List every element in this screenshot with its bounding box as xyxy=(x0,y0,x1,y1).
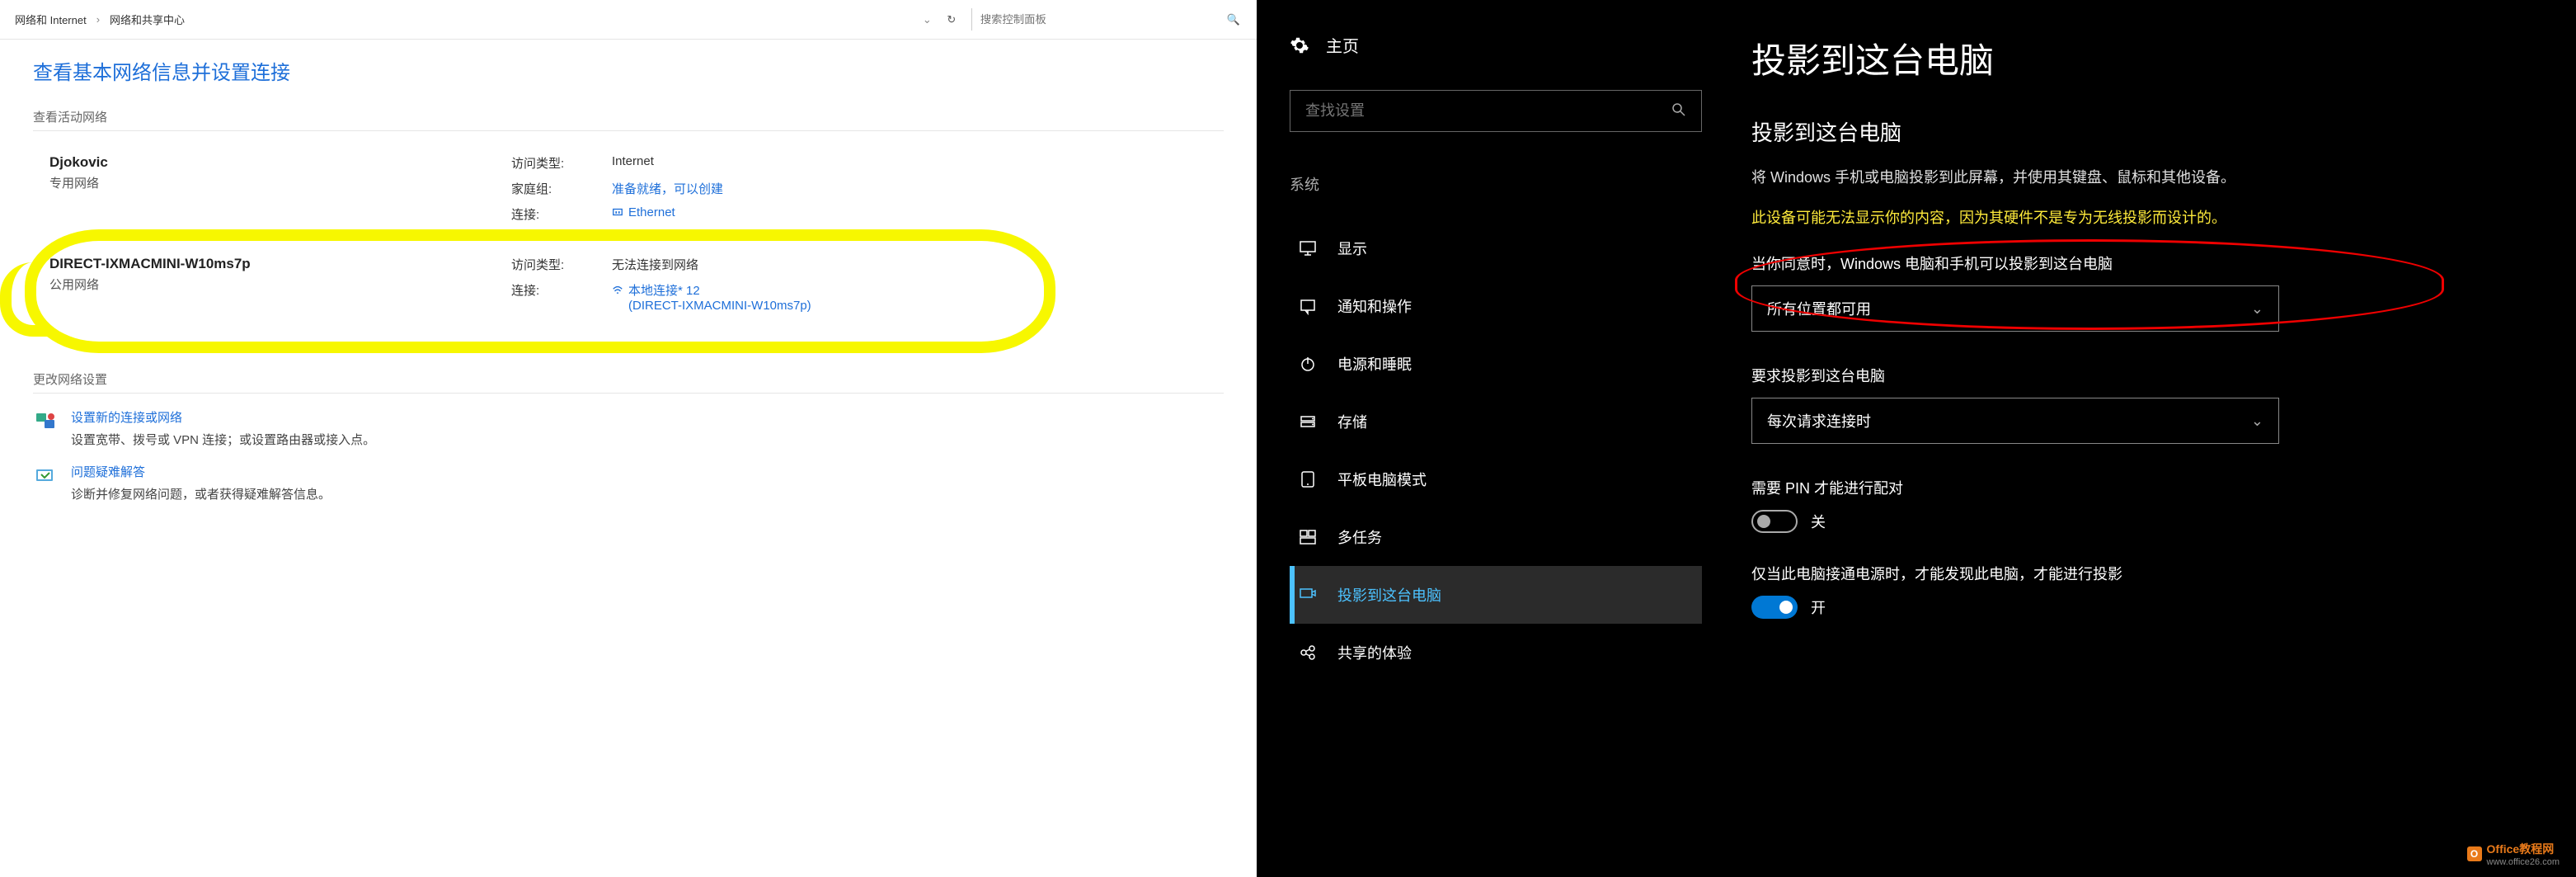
dropdown-value: 每次请求连接时 xyxy=(1767,410,1871,431)
dropdown-value: 所有位置都可用 xyxy=(1767,298,1871,319)
sidebar-item-label: 显示 xyxy=(1337,238,1367,259)
section-active-networks: 查看活动网络 xyxy=(33,108,1224,131)
network-type: 公用网络 xyxy=(49,276,511,293)
sidebar-item-label: 电源和睡眠 xyxy=(1337,353,1412,375)
section-change-settings: 更改网络设置 xyxy=(33,370,1224,394)
access-type-label: 访问类型: xyxy=(511,256,602,273)
access-type-label: 访问类型: xyxy=(511,154,602,172)
project-icon xyxy=(1298,585,1318,605)
breadcrumb-bar: 网络和 Internet › 网络和共享中心 ⌄ ↻ 🔍 xyxy=(0,0,1257,40)
chevron-right-icon: › xyxy=(93,13,103,26)
shared-icon xyxy=(1298,643,1318,662)
network-setup-icon xyxy=(33,408,59,435)
control-panel-window: 网络和 Internet › 网络和共享中心 ⌄ ↻ 🔍 查看基本网络信息并设置… xyxy=(0,0,1257,877)
task-description: 诊断并修复网络问题，或者获得疑难解答信息。 xyxy=(71,485,331,502)
task-troubleshoot[interactable]: 问题疑难解答 诊断并修复网络问题，或者获得疑难解答信息。 xyxy=(33,463,1224,502)
notifications-icon xyxy=(1298,296,1318,316)
sidebar-item-label: 通知和操作 xyxy=(1337,295,1412,317)
sidebar-item-display[interactable]: 显示 xyxy=(1290,219,1702,277)
homegroup-link[interactable]: 准备就绪，可以创建 xyxy=(612,180,723,197)
settings-window: 主页 系统 显示 通知和操作 电源和睡眠 xyxy=(1257,0,2576,877)
page-heading: 查看基本网络信息并设置连接 xyxy=(33,56,1224,85)
breadcrumb-item-page[interactable]: 网络和共享中心 xyxy=(103,8,191,31)
chevron-down-icon: ⌄ xyxy=(2251,300,2263,318)
search-icon xyxy=(1671,102,1686,120)
network-type: 专用网络 xyxy=(49,174,511,191)
sidebar-category: 系统 xyxy=(1290,173,1702,195)
settings-search[interactable] xyxy=(1290,90,1702,132)
connection-label: 连接: xyxy=(511,281,602,313)
toggle-state: 开 xyxy=(1811,596,1826,618)
sidebar-item-label: 存储 xyxy=(1337,411,1367,432)
watermark-url: www.office26.com xyxy=(2487,857,2560,867)
connection-value: Ethernet xyxy=(628,205,675,219)
logo-icon: O xyxy=(2467,846,2482,861)
warning-text: 此设备可能无法显示你的内容，因为其硬件不是专为无线投影而设计的。 xyxy=(1751,207,2494,229)
network-name: Djokovic xyxy=(49,154,511,171)
chevron-down-icon: ⌄ xyxy=(2251,413,2263,430)
connection-link[interactable]: 本地连接* 12 (DIRECT-IXMACMINI-W10ms7p) xyxy=(612,281,811,313)
sidebar-item-label: 投影到这台电脑 xyxy=(1337,584,1441,606)
storage-icon xyxy=(1298,412,1318,431)
sidebar-home[interactable]: 主页 xyxy=(1290,33,1702,57)
task-title: 问题疑难解答 xyxy=(71,463,331,480)
dropdown-label-consent: 当你同意时，Windows 电脑和手机可以投影到这台电脑 xyxy=(1751,252,2527,274)
sidebar-item-label: 多任务 xyxy=(1337,526,1382,548)
toggle-power[interactable] xyxy=(1751,596,1798,619)
ethernet-icon xyxy=(612,206,623,218)
wifi-icon xyxy=(612,285,623,296)
watermark-brand: Office教程网 xyxy=(2487,841,2560,857)
settings-sidebar: 主页 系统 显示 通知和操作 电源和睡眠 xyxy=(1257,0,1735,877)
breadcrumb-item-category[interactable]: 网络和 Internet xyxy=(8,8,93,31)
chevron-down-icon[interactable]: ⌄ xyxy=(918,13,937,26)
search-input[interactable] xyxy=(1305,102,1671,120)
toggle-state: 关 xyxy=(1811,511,1826,532)
sidebar-item-tablet[interactable]: 平板电脑模式 xyxy=(1290,450,1702,508)
page-description: 将 Windows 手机或电脑投影到此屏幕，并使用其键盘、鼠标和其他设备。 xyxy=(1751,167,2494,189)
multitask-icon xyxy=(1298,527,1318,547)
access-type-value: 无法连接到网络 xyxy=(612,256,811,273)
sidebar-item-shared[interactable]: 共享的体验 xyxy=(1290,624,1702,681)
sidebar-item-label: 共享的体验 xyxy=(1337,642,1412,663)
sidebar-item-project[interactable]: 投影到这台电脑 xyxy=(1290,566,1702,624)
troubleshoot-icon xyxy=(33,463,59,489)
task-title: 设置新的连接或网络 xyxy=(71,408,375,426)
toggle-label-power: 仅当此电脑接通电源时，才能发现此电脑，才能进行投影 xyxy=(1751,563,2527,584)
tablet-icon xyxy=(1298,469,1318,489)
watermark: O Office教程网 www.office26.com xyxy=(2467,841,2560,867)
connection-link[interactable]: Ethernet xyxy=(612,205,723,223)
homegroup-label: 家庭组: xyxy=(511,180,602,197)
dropdown-consent[interactable]: 所有位置都可用 ⌄ xyxy=(1751,285,2279,332)
sidebar-item-power[interactable]: 电源和睡眠 xyxy=(1290,335,1702,393)
power-icon xyxy=(1298,354,1318,374)
connection-label: 连接: xyxy=(511,205,602,223)
network-block-private: Djokovic 专用网络 访问类型: Internet 家庭组: 准备就绪，可… xyxy=(33,146,1224,231)
access-type-value: Internet xyxy=(612,154,723,172)
sidebar-item-storage[interactable]: 存储 xyxy=(1290,393,1702,450)
dropdown-ask[interactable]: 每次请求连接时 ⌄ xyxy=(1751,398,2279,444)
network-block-public: DIRECT-IXMACMINI-W10ms7p 公用网络 访问类型: 无法连接… xyxy=(33,248,1224,321)
dropdown-label-ask: 要求投影到这台电脑 xyxy=(1751,365,2527,386)
page-subtitle: 投影到这台电脑 xyxy=(1751,116,2527,147)
search-icon[interactable]: 🔍 xyxy=(1219,13,1248,26)
sidebar-item-notifications[interactable]: 通知和操作 xyxy=(1290,277,1702,335)
display-icon xyxy=(1298,238,1318,258)
page-title: 投影到这台电脑 xyxy=(1751,33,2527,83)
settings-content: 投影到这台电脑 投影到这台电脑 将 Windows 手机或电脑投影到此屏幕，并使… xyxy=(1735,0,2576,877)
gear-icon xyxy=(1290,35,1309,55)
toggle-label-pin: 需要 PIN 才能进行配对 xyxy=(1751,477,2527,498)
task-description: 设置宽带、拨号或 VPN 连接；或设置路由器或接入点。 xyxy=(71,431,375,448)
toggle-pin[interactable] xyxy=(1751,510,1798,533)
network-name: DIRECT-IXMACMINI-W10ms7p xyxy=(49,256,511,272)
refresh-button[interactable]: ↻ xyxy=(937,13,966,26)
sidebar-item-multitask[interactable]: 多任务 xyxy=(1290,508,1702,566)
connection-detail: (DIRECT-IXMACMINI-W10ms7p) xyxy=(628,299,811,313)
connection-value: 本地连接* 12 xyxy=(628,284,700,298)
control-panel-search-input[interactable] xyxy=(971,8,1219,31)
home-label: 主页 xyxy=(1326,33,1359,57)
task-new-connection[interactable]: 设置新的连接或网络 设置宽带、拨号或 VPN 连接；或设置路由器或接入点。 xyxy=(33,408,1224,448)
sidebar-item-label: 平板电脑模式 xyxy=(1337,469,1427,490)
